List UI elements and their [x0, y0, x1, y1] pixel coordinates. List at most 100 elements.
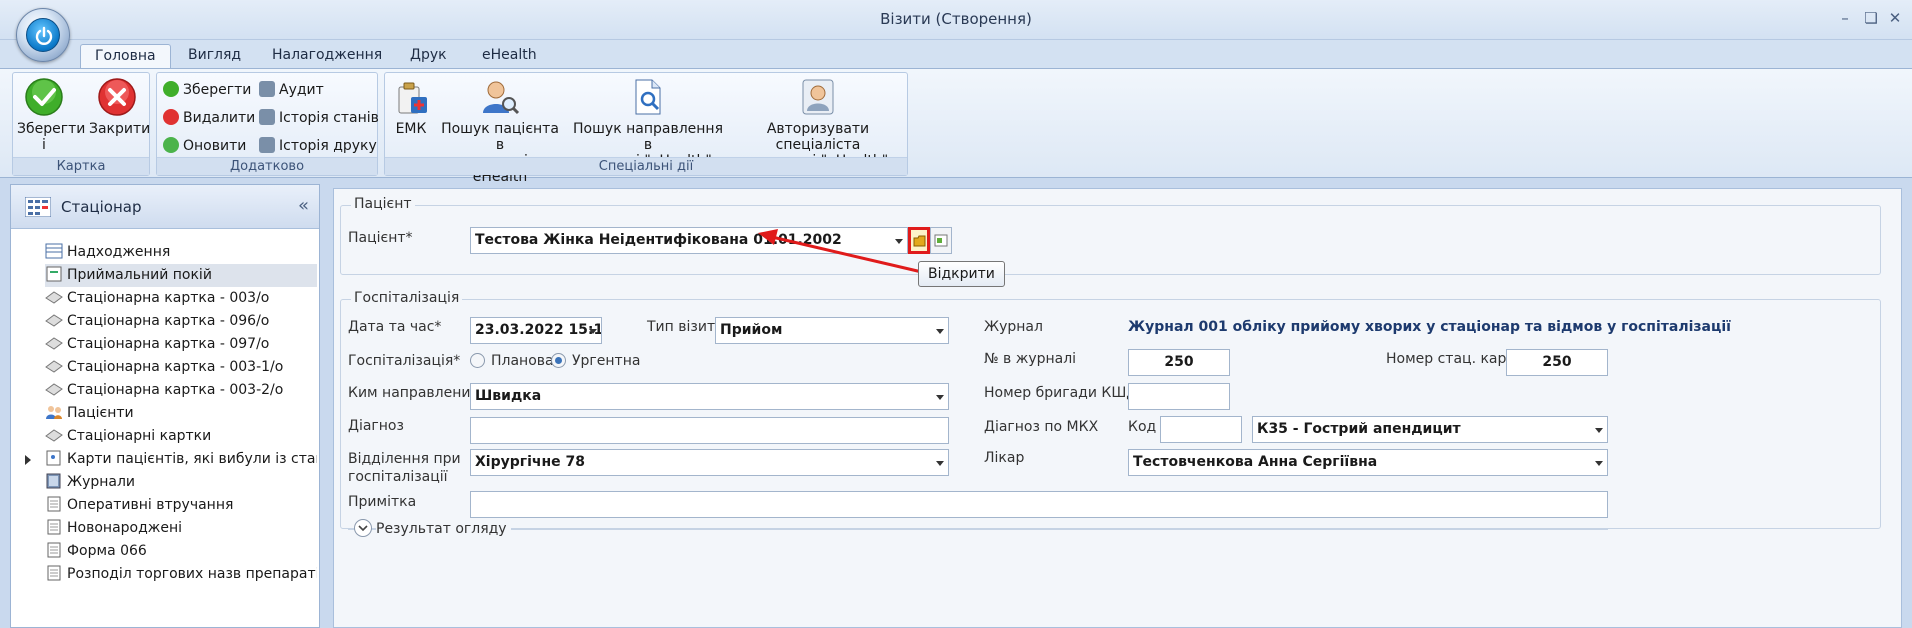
- specialist-badge-icon: [798, 77, 838, 117]
- emk-button[interactable]: ЕМК: [391, 77, 431, 137]
- sidebar-item-label: Стаціонарна картка - 097/о: [67, 336, 270, 352]
- sidebar-item-form-066[interactable]: Форма 066: [45, 540, 317, 563]
- sidebar-item-card-003-2[interactable]: Стаціонарна картка - 003-2/о: [45, 379, 317, 402]
- sidebar-item-reception[interactable]: Приймальний покій: [45, 264, 317, 287]
- sidebar-item-label: Надходження: [67, 244, 171, 260]
- dropdown-arrow-icon: [1595, 428, 1603, 433]
- sidebar-item-label: Стаціонарна картка - 096/о: [67, 313, 270, 329]
- close-button[interactable]: Закрити: [89, 77, 150, 137]
- tab-home[interactable]: Головна: [80, 44, 171, 68]
- sidebar-item-label: Форма 066: [67, 543, 147, 559]
- document-icon: [45, 565, 63, 581]
- delete-button[interactable]: Видалити: [163, 107, 255, 129]
- department-value: Хірургічне 78: [475, 454, 586, 470]
- ribbon-tabs: Головна Вигляд Налагодження Друк eHealth: [0, 40, 1912, 68]
- tab-settings[interactable]: Налагодження: [258, 44, 396, 68]
- card-icon: [934, 234, 948, 247]
- dropdown-arrow-icon: [936, 395, 944, 400]
- minimize-icon[interactable]: –: [1834, 8, 1856, 28]
- open-tooltip: Відкрити: [918, 261, 1005, 287]
- expand-journals-icon[interactable]: [25, 455, 31, 465]
- sidebar-item-label: Приймальний покій: [67, 267, 212, 283]
- sidebar-header: Стаціонар «: [11, 185, 319, 229]
- visit-type-label: Тип візиту: [647, 319, 724, 335]
- brigade-label: Номер бригади КШД: [984, 385, 1138, 401]
- authorize-specialist-button[interactable]: Авторизувати спеціаліста в системі "eHea…: [733, 77, 903, 169]
- window-title: Візити (Створення): [880, 10, 1032, 28]
- patient-section-title: Пацієнт: [351, 196, 415, 212]
- sidebar-title: Стаціонар: [61, 198, 142, 216]
- sidebar-item-discharged[interactable]: Карти пацієнтів, які вибули із стаціо: [45, 448, 317, 471]
- department-select[interactable]: Хірургічне 78: [470, 449, 949, 476]
- save-close-button[interactable]: Зберегти і закрити: [17, 77, 85, 169]
- save-small-button[interactable]: Зберегти: [163, 79, 251, 101]
- patient-card-button[interactable]: [930, 227, 952, 254]
- journal-icon: [45, 473, 63, 489]
- department-label-1: Відділення при: [348, 451, 461, 467]
- search-referral-button[interactable]: Пошук направлення в системі "eHealth": [569, 77, 727, 169]
- audit-label: Аудит: [279, 82, 324, 98]
- mkh-select[interactable]: К35 - Гострий апендицит: [1252, 416, 1608, 443]
- note-input[interactable]: [470, 491, 1608, 518]
- sidebar-item-newborns[interactable]: Новонароджені: [45, 517, 317, 540]
- collapse-icon[interactable]: «: [298, 195, 309, 216]
- card-number-input[interactable]: 250: [1506, 349, 1608, 376]
- sidebar-item-card-097[interactable]: Стаціонарна картка - 097/о: [45, 333, 317, 356]
- cards-icon: [45, 358, 63, 374]
- visit-form: Пацієнт Пацієнт* Тестова Жінка Неідентиф…: [333, 188, 1902, 628]
- annotation-arrow: [758, 229, 927, 275]
- urgent-radio[interactable]: [551, 353, 566, 368]
- journal-label: Журнал: [984, 319, 1043, 335]
- tab-print[interactable]: Друк: [396, 44, 461, 68]
- refresh-button[interactable]: Оновити: [163, 135, 246, 157]
- planned-radio[interactable]: [470, 353, 485, 368]
- print-history-label: Історія друку: [279, 138, 377, 154]
- sidebar-item-label: Стаціонарна картка - 003/о: [67, 290, 270, 306]
- document-icon: [45, 519, 63, 535]
- sidebar-item-hospital-cards[interactable]: Стаціонарні картки: [45, 425, 317, 448]
- document-user-icon: [45, 450, 63, 466]
- urgent-label: Ургентна: [572, 353, 641, 369]
- refresh-icon: [163, 137, 179, 153]
- sidebar-item-card-003-1[interactable]: Стаціонарна картка - 003-1/о: [45, 356, 317, 379]
- cards-icon: [45, 427, 63, 443]
- splitter[interactable]: [320, 184, 327, 628]
- cards-icon: [45, 312, 63, 328]
- state-history-button[interactable]: Історія станів: [259, 107, 379, 129]
- planned-label: Планова: [491, 353, 554, 369]
- brigade-input[interactable]: [1128, 383, 1230, 410]
- app-menu-button[interactable]: [16, 8, 70, 62]
- visit-type-select[interactable]: Прийом: [715, 317, 949, 344]
- referred-by-select[interactable]: Швидка: [470, 383, 949, 410]
- sidebar-item-journals[interactable]: Журнали: [45, 471, 317, 494]
- tab-ehealth[interactable]: eHealth: [468, 44, 551, 68]
- sidebar-item-admissions[interactable]: Надходження: [45, 241, 317, 264]
- close-window-icon[interactable]: ✕: [1884, 8, 1906, 28]
- mkh-label: Діагноз по МКХ: [984, 419, 1099, 435]
- datetime-input[interactable]: 23.03.2022 15:17: [470, 317, 602, 344]
- department-label-2: госпіталізації: [348, 469, 448, 485]
- refresh-label: Оновити: [183, 138, 247, 154]
- audit-button[interactable]: Аудит: [259, 79, 324, 101]
- sidebar-item-surgeries[interactable]: Оперативні втручання: [45, 494, 317, 517]
- chevron-down-icon[interactable]: [354, 519, 372, 537]
- doctor-select[interactable]: Тестовченкова Анна Сергіївна: [1128, 449, 1608, 476]
- sidebar-item-drug-names[interactable]: Розподіл торгових назв препаратів: [45, 563, 317, 586]
- table-icon: [45, 243, 63, 259]
- delete-icon: [163, 109, 179, 125]
- referred-by-label: Ким направлений: [348, 385, 480, 401]
- sidebar-item-card-096[interactable]: Стаціонарна картка - 096/о: [45, 310, 317, 333]
- user-search-icon: [480, 77, 520, 117]
- doctor-value: Тестовченкова Анна Сергіївна: [1133, 454, 1378, 470]
- diagnosis-label: Діагноз: [348, 418, 404, 434]
- sidebar-item-card-003[interactable]: Стаціонарна картка - 003/о: [45, 287, 317, 310]
- diagnosis-input[interactable]: [470, 417, 949, 444]
- restore-icon[interactable]: ❏: [1860, 8, 1882, 28]
- sidebar-item-label: Стаціонарні картки: [67, 428, 212, 444]
- code-input[interactable]: [1160, 416, 1242, 443]
- print-history-button[interactable]: Історія друку: [259, 135, 377, 157]
- journal-number-input[interactable]: 250: [1128, 349, 1230, 376]
- sidebar-item-patients[interactable]: Пацієнти: [45, 402, 317, 425]
- result-section-title[interactable]: Результат огляду: [376, 520, 511, 538]
- tab-view[interactable]: Вигляд: [174, 44, 255, 68]
